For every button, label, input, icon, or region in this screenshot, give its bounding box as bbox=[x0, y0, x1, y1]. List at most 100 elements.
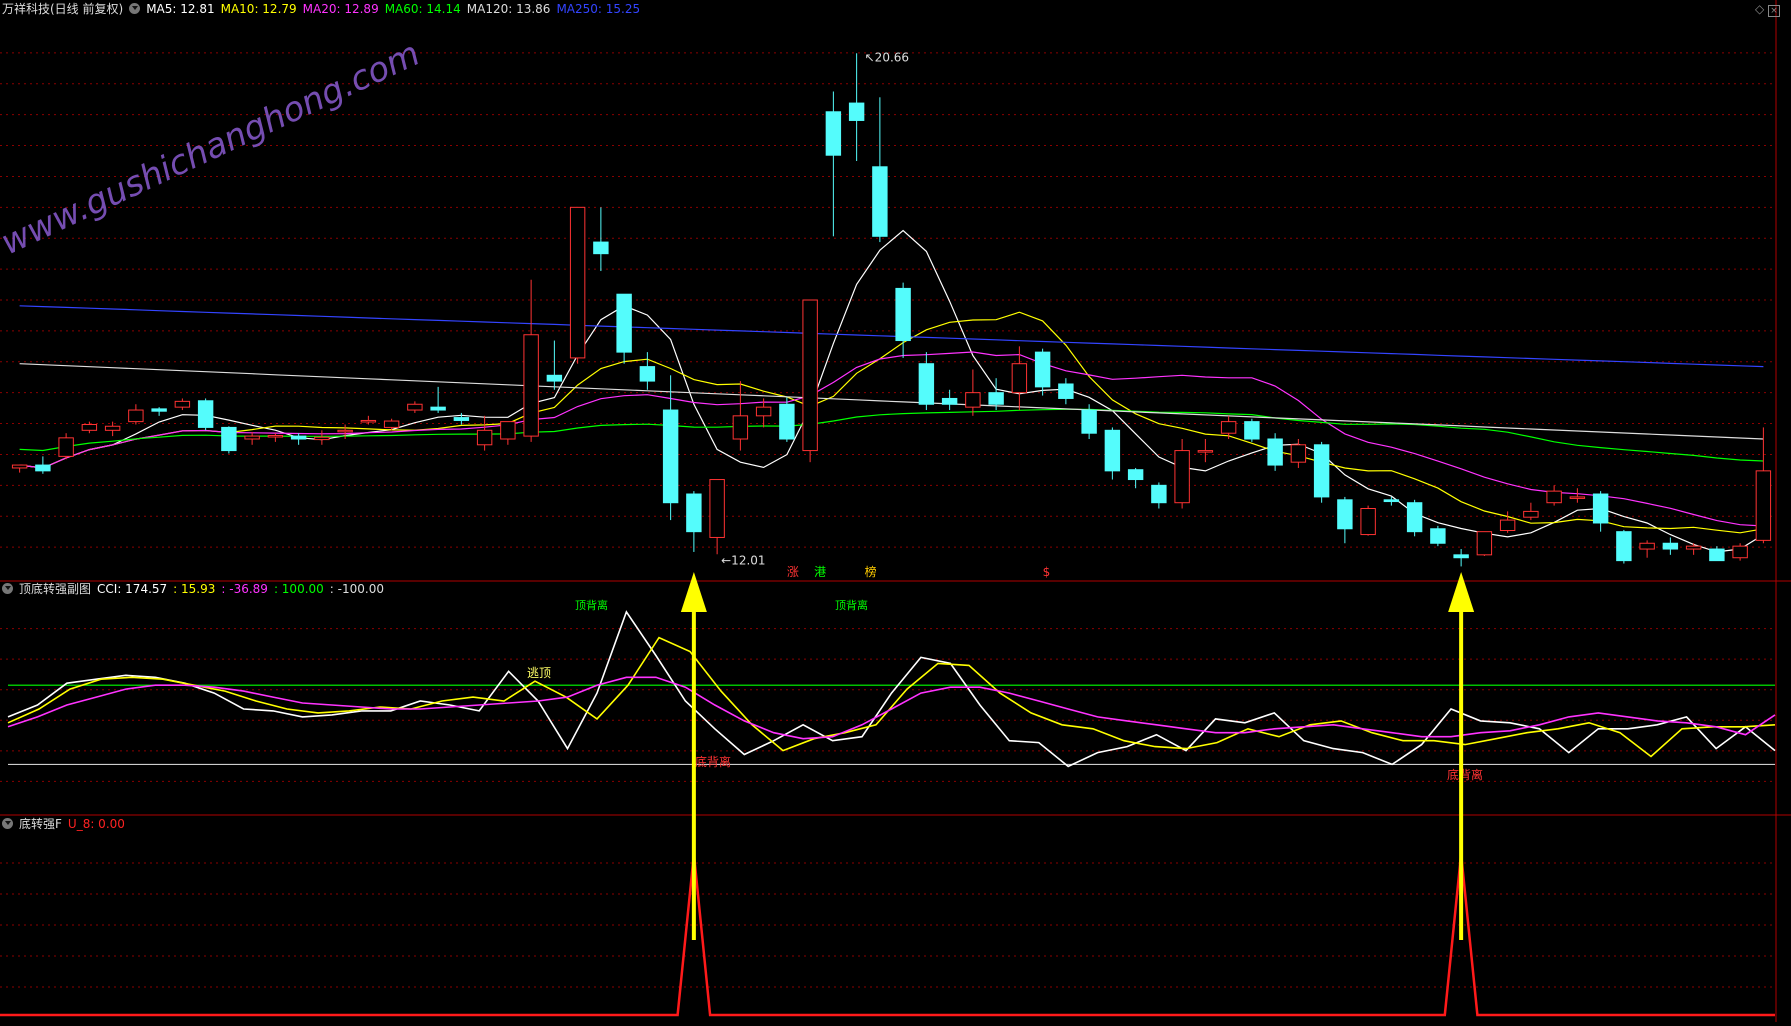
candle bbox=[1360, 505, 1376, 536]
sub2-legend: U_8: 0.00 bbox=[68, 817, 131, 831]
candle bbox=[523, 279, 539, 442]
candle bbox=[779, 397, 795, 442]
candle bbox=[709, 479, 725, 555]
candle bbox=[476, 415, 493, 451]
candle-body bbox=[825, 111, 842, 156]
candle bbox=[593, 207, 609, 272]
marker-tag: $ bbox=[1043, 565, 1051, 579]
candle bbox=[407, 401, 423, 413]
candle-body bbox=[1220, 421, 1237, 434]
candle-body bbox=[1709, 548, 1725, 562]
candle-body bbox=[1569, 496, 1586, 499]
candle-body bbox=[1476, 531, 1493, 556]
chart-canvas: ↖20.66 ←12.01 涨 港 榜 $ www.gushichanghong.com 顶背… bbox=[0, 0, 1791, 1022]
candle-body bbox=[1755, 470, 1772, 541]
candle-body bbox=[755, 406, 772, 417]
candle-body bbox=[360, 419, 377, 423]
candle-body bbox=[546, 374, 563, 382]
candle-body bbox=[1337, 499, 1353, 530]
candle bbox=[918, 352, 935, 411]
collapse-icon[interactable] bbox=[2, 583, 13, 594]
settings-icon[interactable] bbox=[129, 3, 141, 14]
close-icon[interactable]: × bbox=[1768, 5, 1781, 17]
candle bbox=[267, 433, 284, 442]
candle-body bbox=[1104, 429, 1121, 472]
sub2-header: 底转强F U_8: 0.00 bbox=[2, 815, 137, 833]
candle-body bbox=[965, 392, 981, 408]
candle-body bbox=[1127, 469, 1144, 481]
ma20-line bbox=[19, 351, 1764, 527]
candle-body bbox=[1197, 450, 1214, 453]
sub2-title[interactable]: 底转强F bbox=[19, 817, 62, 831]
candle-body bbox=[500, 421, 516, 440]
candle-body bbox=[686, 493, 702, 533]
candle bbox=[1034, 348, 1051, 396]
arrow-head bbox=[1448, 572, 1475, 612]
candle-body bbox=[476, 429, 493, 446]
candle-body bbox=[1406, 502, 1423, 533]
indicator-legend-item: : -36.89 bbox=[221, 582, 268, 596]
marker-tag: 港 bbox=[814, 565, 826, 579]
candle-body bbox=[639, 366, 656, 382]
ma-legend-item: MA250: 15.25 bbox=[556, 2, 641, 16]
candle bbox=[453, 412, 470, 425]
top-divergence-label: 顶背离 bbox=[575, 598, 608, 612]
candle bbox=[104, 421, 121, 437]
candle-body bbox=[1499, 519, 1516, 532]
ma-legend-item: MA10: 12.79 bbox=[220, 2, 297, 16]
candle bbox=[1453, 549, 1469, 567]
marker-tag: 榜 bbox=[865, 564, 877, 579]
candle-body bbox=[197, 400, 214, 428]
ma-legend-item: MA120: 13.86 bbox=[466, 2, 551, 16]
candle-body bbox=[58, 437, 74, 457]
candle-body bbox=[1662, 542, 1679, 550]
ma-legend: MA5: 12.81 MA10: 12.79 MA20: 12.89 MA60: 14… bbox=[146, 2, 646, 16]
indicator-legend-item: CCI: 174.57 bbox=[97, 582, 168, 596]
candle-body bbox=[1267, 438, 1283, 466]
window-controls: ◇ × bbox=[1755, 2, 1781, 17]
candle bbox=[1058, 378, 1074, 405]
candle-body bbox=[1011, 363, 1028, 394]
sub1-title[interactable]: 顶底转强副图 bbox=[19, 582, 91, 596]
candle-body bbox=[709, 479, 725, 538]
candle bbox=[1685, 543, 1702, 555]
candle-body bbox=[1034, 351, 1051, 388]
stock-title[interactable]: 万祥科技(日线 前复权) bbox=[2, 2, 123, 16]
candle bbox=[1383, 496, 1400, 506]
candle bbox=[872, 97, 888, 243]
candle bbox=[1104, 427, 1121, 480]
candle-body bbox=[244, 435, 260, 440]
candle bbox=[1732, 543, 1748, 561]
candle-body bbox=[267, 435, 284, 438]
candle-body bbox=[1685, 545, 1702, 550]
bottom-signal-arrow bbox=[1448, 572, 1475, 940]
bottom-divergence-label: 底背离 bbox=[695, 754, 731, 769]
indicator-legend-item: : -100.00 bbox=[329, 582, 384, 596]
candle bbox=[569, 206, 586, 364]
candle bbox=[1151, 482, 1167, 509]
ma-legend-item: MA60: 14.14 bbox=[384, 2, 461, 16]
candle bbox=[686, 491, 702, 552]
indicator-legend-item: : 100.00 bbox=[273, 582, 324, 596]
candle-body bbox=[732, 415, 749, 440]
candle bbox=[244, 432, 260, 445]
candle-body bbox=[1383, 499, 1400, 503]
candle bbox=[1662, 537, 1679, 555]
candle bbox=[825, 91, 842, 237]
candle bbox=[1174, 439, 1190, 509]
candle-body bbox=[872, 166, 888, 237]
candle-body bbox=[1592, 493, 1609, 524]
candle-body bbox=[1360, 508, 1376, 536]
candle bbox=[1244, 418, 1260, 442]
indicator-legend-item: : 15.93 bbox=[173, 582, 216, 596]
candle bbox=[290, 433, 307, 445]
candle-body bbox=[941, 397, 958, 405]
collapse-icon[interactable] bbox=[2, 818, 13, 829]
candle bbox=[11, 464, 28, 473]
candle-body bbox=[593, 241, 609, 255]
indicator-legend-item: U_8: 0.00 bbox=[67, 817, 125, 831]
candle-body bbox=[1058, 383, 1074, 399]
diamond-icon[interactable]: ◇ bbox=[1755, 2, 1764, 16]
candle bbox=[58, 433, 74, 460]
candle bbox=[1592, 491, 1609, 532]
